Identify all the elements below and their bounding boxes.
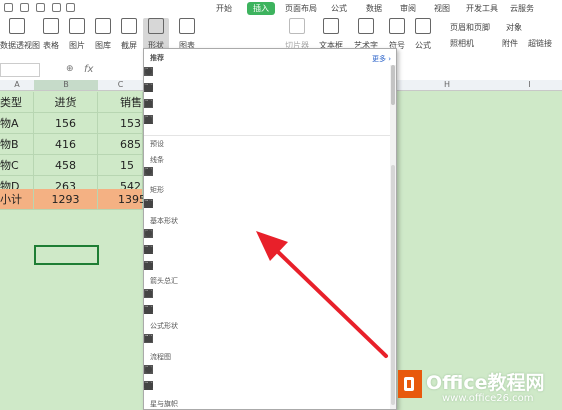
chart-icon — [179, 18, 195, 34]
shape-option[interactable] — [144, 85, 153, 90]
pi-icon — [415, 18, 431, 34]
table-cell[interactable]: 416 — [34, 134, 98, 155]
shapes-button[interactable]: 形状 — [143, 18, 169, 50]
screenshot-button[interactable]: 截屏 — [118, 18, 140, 51]
tab-insert[interactable]: 插入 — [247, 2, 275, 15]
watermark-brand: Office教程网 — [426, 372, 545, 394]
wordart-icon — [358, 18, 374, 34]
picture-icon — [69, 18, 85, 34]
tab-data[interactable]: 数据 — [366, 2, 382, 15]
column-header-b[interactable]: B — [34, 80, 98, 91]
section-block-arrows: 箭头总汇 — [150, 277, 178, 285]
shape-option[interactable] — [144, 67, 153, 76]
pivot-chart-icon — [9, 18, 25, 34]
panel-scrollbar[interactable] — [390, 65, 396, 409]
column-header-i[interactable]: I — [497, 80, 562, 91]
shape-option[interactable] — [144, 334, 153, 343]
shape-option[interactable] — [144, 247, 153, 252]
shape-option[interactable] — [144, 167, 153, 176]
shape-option[interactable] — [144, 365, 153, 374]
camera-button[interactable]: 照相机 — [450, 38, 474, 49]
object-button[interactable]: 对象 — [506, 22, 522, 33]
tab-page-layout[interactable]: 页面布局 — [285, 2, 317, 15]
fx-label: fx — [84, 64, 94, 75]
shapes-icon — [148, 18, 164, 34]
title-bar: 开始 插入 页面布局 公式 数据 审阅 视图 开发工具 云服务 — [0, 0, 562, 16]
table-cell[interactable]: 物C — [0, 155, 34, 176]
tab-view[interactable]: 视图 — [434, 2, 450, 15]
name-box[interactable] — [0, 63, 40, 77]
textbox-icon — [323, 18, 339, 34]
undo-icon[interactable] — [52, 3, 61, 12]
table-cell[interactable]: 物A — [0, 113, 34, 134]
table-button[interactable]: 表格 — [40, 18, 62, 51]
formula-button[interactable]: 公式 — [412, 18, 434, 51]
column-header-a[interactable]: A — [0, 80, 34, 91]
section-preset: 预设 — [150, 140, 164, 148]
shape-option[interactable] — [144, 289, 153, 298]
textbox-button[interactable]: 文本框 — [318, 18, 344, 51]
gallery-icon — [95, 18, 111, 34]
slicer-button[interactable]: 切片器 — [284, 18, 310, 51]
shape-option[interactable] — [144, 99, 153, 108]
total-cell[interactable]: 1293 — [34, 189, 98, 210]
section-recommended: 推荐 — [150, 54, 164, 62]
scissors-icon — [121, 18, 137, 34]
table-cell[interactable]: 15 — [98, 155, 143, 176]
print-icon[interactable] — [20, 3, 29, 12]
tab-cloud[interactable]: 云服务 — [510, 2, 534, 15]
wordart-button[interactable]: 艺术字 — [352, 18, 380, 51]
zoom-icon[interactable]: ⊕ — [66, 64, 74, 74]
hyperlink-button[interactable]: 超链接 — [528, 38, 552, 49]
shape-option[interactable] — [144, 229, 153, 238]
more-label: 更多 — [372, 55, 386, 63]
scrollbar-thumb[interactable] — [391, 65, 395, 105]
section-equation-shapes: 公式形状 — [150, 322, 178, 330]
table-cell[interactable]: 156 — [34, 113, 98, 134]
section-lines: 线条 — [150, 156, 164, 164]
header-footer-button[interactable]: 页眉和页脚 — [450, 22, 490, 33]
slicer-icon — [289, 18, 305, 34]
table-header[interactable]: 类型 — [0, 92, 34, 113]
watermark-logo: Office教程网 www.office26.com — [398, 366, 562, 410]
selected-cell[interactable] — [34, 245, 99, 265]
total-cell[interactable]: 1395 — [98, 189, 146, 210]
pivot-chart-button[interactable]: 数据透视图 — [0, 18, 40, 51]
watermark-site: www.office26.com — [442, 393, 534, 404]
shape-option[interactable] — [144, 201, 153, 206]
save-icon[interactable] — [4, 3, 13, 12]
redo-icon[interactable] — [66, 3, 75, 12]
table-icon — [43, 18, 59, 34]
shapes-dropdown: 推荐 更多 › 预设 线条 矩形 基本形状 箭头总汇 公式形状 流程图 星与旗帜 — [143, 48, 397, 410]
section-flowchart: 流程图 — [150, 353, 171, 361]
tab-review[interactable]: 审阅 — [400, 2, 416, 15]
tab-developer[interactable]: 开发工具 — [466, 2, 498, 15]
section-basic-shapes: 基本形状 — [150, 217, 178, 225]
office-logo-icon — [398, 370, 422, 398]
table-cell[interactable]: 458 — [34, 155, 98, 176]
tab-formulas[interactable]: 公式 — [331, 2, 347, 15]
picture-button[interactable]: 图片 — [66, 18, 88, 51]
table-cell[interactable]: 物B — [0, 134, 34, 155]
omega-icon — [389, 18, 405, 34]
total-cell[interactable]: 小计 — [0, 189, 34, 210]
more-link[interactable]: 更多 › — [372, 54, 391, 64]
chart-button[interactable]: 图表 — [176, 18, 198, 51]
table-cell[interactable]: 685 — [98, 134, 143, 155]
column-header-c[interactable]: C — [98, 80, 143, 91]
divider — [144, 135, 390, 136]
table-header[interactable]: 进货 — [34, 92, 98, 113]
preview-icon[interactable] — [36, 3, 45, 12]
section-rectangles: 矩形 — [150, 186, 164, 194]
shape-option[interactable] — [144, 263, 153, 268]
column-header-h[interactable]: H — [397, 80, 497, 91]
section-stars-banners: 星与旗帜 — [150, 400, 178, 408]
table-cell[interactable]: 153 — [98, 113, 143, 134]
scrollbar-track-thumb[interactable] — [391, 165, 395, 405]
gallery-button[interactable]: 图库 — [92, 18, 114, 51]
tab-home[interactable]: 开始 — [216, 2, 232, 15]
symbol-button[interactable]: 符号 — [386, 18, 408, 51]
attachment-button[interactable]: 附件 — [502, 38, 518, 49]
table-header[interactable]: 销售 — [98, 92, 143, 113]
